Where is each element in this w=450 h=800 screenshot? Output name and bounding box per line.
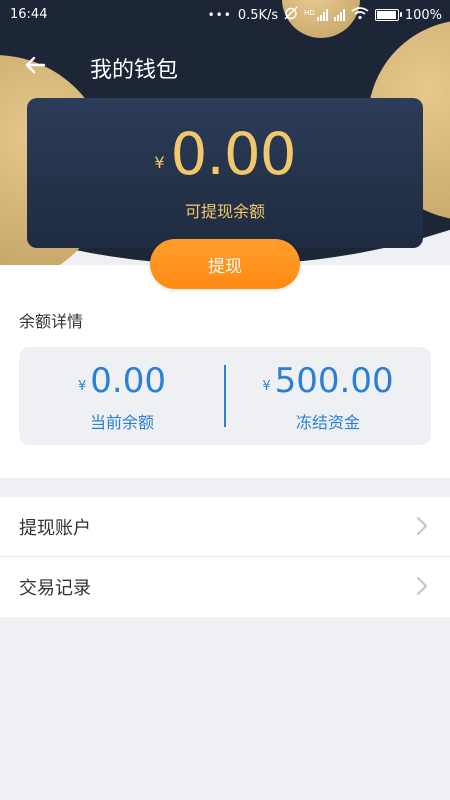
current-balance-label: 当前余额 [89,413,154,432]
hd-label: HD [304,9,315,17]
withdrawable-label: 可提现余额 [184,202,265,221]
currency-symbol: ¥ [262,379,271,394]
withdraw-button[interactable]: 提现 [150,239,300,289]
frozen-funds-label: 冻结资金 [295,413,360,432]
menu-item-label: 交易记录 [19,578,91,599]
wifi-icon [351,6,369,24]
currency-symbol: ¥ [78,379,87,394]
current-balance-value: 0.00 [90,361,166,401]
wallet-menu: 提现账户 交易记录 [0,497,450,617]
menu-item-label: 提现账户 [19,518,91,539]
status-icons: ••• 0.5K/s HD 100% [208,6,442,24]
alarm-off-icon [284,6,298,24]
currency-symbol: ¥ [154,153,165,172]
signal-icon [333,9,345,21]
status-bar: 16:44 ••• 0.5K/s HD 100% [0,0,450,30]
more-dots-icon: ••• [207,8,232,22]
withdrawable-value: 0.00 [170,120,297,188]
status-time: 16:44 [10,7,48,22]
frozen-funds-value: 500.00 [274,361,394,401]
balance-details-panel: 余额详情 ¥ 0.00 当前余额 ¥ 500.00 冻结资金 [0,265,450,478]
battery-level: 100% [404,7,442,23]
chevron-right-icon [417,517,427,535]
current-balance: ¥ 0.00 当前余额 [19,347,225,445]
signal-hd-icon: HD [304,9,328,21]
page-title: 我的钱包 [90,58,179,83]
balance-details-box: ¥ 0.00 当前余额 ¥ 500.00 冻结资金 [19,347,431,445]
frozen-funds-value-row: ¥ 500.00 [225,361,431,401]
current-balance-value-row: ¥ 0.00 [19,361,225,401]
frozen-funds: ¥ 500.00 冻结资金 [225,347,431,445]
network-speed: 0.5K/s [237,7,279,23]
menu-item-transaction-records[interactable]: 交易记录 [0,557,450,617]
menu-item-withdraw-account[interactable]: 提现账户 [0,497,450,557]
chevron-right-icon [417,577,427,595]
battery-icon [374,9,402,21]
section-title: 余额详情 [19,312,84,331]
balance-card: ¥ 0.00 可提现余额 [27,98,423,248]
withdrawable-amount: ¥ 0.00 [27,122,423,186]
arrow-left-icon[interactable] [20,50,50,80]
nav-bar: 我的钱包 [0,40,450,90]
